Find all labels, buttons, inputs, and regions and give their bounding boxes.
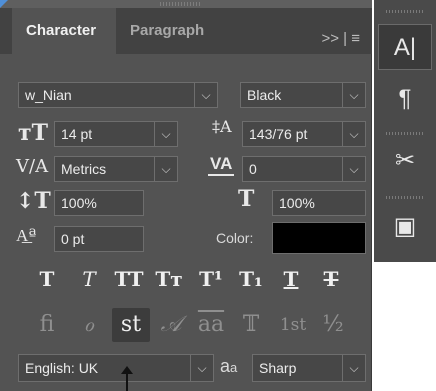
ordinals-button[interactable]: 1st [274, 308, 312, 342]
font-style-select[interactable]: Black ⌵ [240, 82, 366, 108]
vertical-scale-value: 100% [61, 195, 97, 211]
tracking-icon: VA [208, 154, 235, 176]
horizontal-scale-value: 100% [279, 195, 315, 211]
chevron-down-icon: ⌵ [342, 83, 365, 107]
font-size-value: 14 pt [61, 126, 93, 142]
tab-character[interactable]: Character [12, 8, 116, 54]
rail-grip[interactable] [386, 10, 424, 13]
baseline-shift-icon: A͟ª [16, 226, 37, 246]
strikethrough-button[interactable]: T [312, 262, 350, 296]
chevron-down-icon: ⌵ [194, 83, 217, 107]
panel-dock-rail: A| ¶ ✂ ▣ [374, 0, 436, 262]
antialias-icon-sub: a [230, 360, 238, 375]
antialias-value: Sharp [259, 360, 297, 376]
chevron-down-icon: ⌵ [154, 157, 177, 181]
kerning-select[interactable]: Metrics ⌵ [54, 156, 178, 182]
vertical-scale-icon: ↕T [16, 188, 51, 214]
color-swatch[interactable] [272, 222, 366, 254]
paragraph-panel-icon[interactable]: ¶ [376, 76, 434, 122]
panel-menu-button[interactable]: >> | ≡ [321, 16, 360, 62]
rail-divider [386, 196, 424, 199]
chevron-down-icon: ⌵ [342, 355, 365, 381]
all-caps-button[interactable]: TT [110, 262, 148, 296]
font-family-value: w_Nian [25, 87, 72, 103]
antialias-icon: aa [220, 356, 237, 377]
chevron-down-icon: ⌵ [154, 122, 177, 146]
panel-tab-bar: Character Paragraph >> | ≡ [0, 8, 372, 54]
small-caps-button[interactable]: Tт [150, 262, 188, 296]
horizontal-scale-field[interactable]: 100% [272, 190, 366, 216]
faux-italic-button[interactable]: T [70, 262, 108, 296]
color-label: Color: [216, 230, 254, 246]
ligatures-button[interactable]: fi [28, 308, 66, 342]
titling-alternates-button[interactable]: 𝕋 [232, 308, 270, 342]
language-value: English: UK [25, 360, 99, 376]
baseline-shift-value: 0 pt [61, 231, 85, 247]
leading-value: 143/76 pt [249, 126, 308, 142]
mouse-cursor-stem [126, 370, 128, 391]
font-size-field[interactable]: 14 pt ⌵ [54, 121, 178, 147]
stylistic-alternates-button[interactable]: aa [192, 308, 230, 342]
character-panel: Character Paragraph >> | ≡ w_Nian ⌵ Blac… [0, 0, 372, 391]
panel-corner-marker [0, 0, 8, 8]
chevron-down-icon: ⌵ [342, 157, 365, 181]
vertical-scale-field[interactable]: 100% [54, 190, 144, 216]
leading-field[interactable]: 143/76 pt ⌵ [242, 121, 366, 147]
kerning-value: Metrics [61, 161, 107, 177]
chevron-down-icon: ⌵ [190, 355, 213, 381]
tool-presets-icon[interactable]: ✂ [376, 138, 434, 184]
tracking-field[interactable]: 0 ⌵ [242, 156, 366, 182]
contextual-alternates-button[interactable]: st [112, 308, 150, 342]
leading-icon: ‡A [212, 117, 232, 136]
discretionary-ligatures-button[interactable]: ℴ [70, 308, 108, 342]
tracking-value: 0 [249, 161, 257, 177]
antialias-icon-label: a [220, 356, 231, 376]
fractions-button[interactable]: ½ [314, 308, 352, 342]
rail-divider [386, 132, 424, 135]
character-panel-icon[interactable]: A| [378, 24, 432, 70]
horizontal-scale-icon: T [238, 186, 255, 212]
layer-comps-icon[interactable]: ▣ [376, 204, 434, 250]
font-style-value: Black [247, 87, 282, 103]
underline-button[interactable]: T [272, 262, 310, 296]
panel-grip[interactable] [160, 2, 200, 6]
superscript-button[interactable]: T¹ [192, 262, 230, 296]
baseline-shift-field[interactable]: 0 pt [54, 226, 144, 252]
chevron-down-icon: ⌵ [342, 122, 365, 146]
kerning-icon: V/A [16, 156, 49, 177]
font-family-select[interactable]: w_Nian ⌵ [18, 82, 218, 108]
language-select[interactable]: English: UK ⌵ [18, 354, 214, 382]
swash-button[interactable]: 𝒜 [152, 308, 190, 342]
antialias-select[interactable]: Sharp ⌵ [252, 354, 366, 382]
subscript-button[interactable]: T₁ [232, 262, 270, 296]
tab-paragraph[interactable]: Paragraph [130, 8, 204, 54]
font-size-icon: ᴛT [18, 120, 49, 146]
faux-bold-button[interactable]: T [28, 262, 66, 296]
